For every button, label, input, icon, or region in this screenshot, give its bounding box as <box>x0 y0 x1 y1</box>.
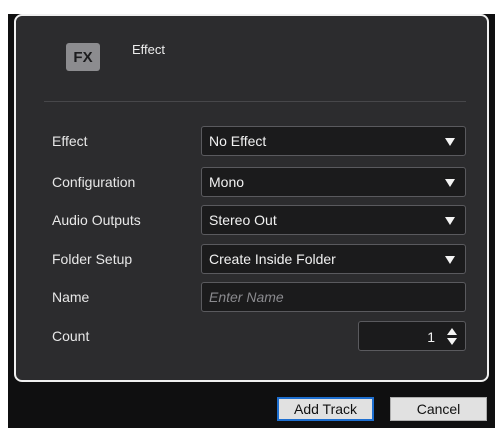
track-type-title: Effect <box>132 41 166 57</box>
audio-outputs-select-value: Stereo Out <box>209 212 277 228</box>
window-top-strip <box>0 0 495 14</box>
fx-icon: FX <box>66 43 100 71</box>
track-type-header: FX Effect <box>66 37 165 77</box>
chevron-down-icon <box>445 256 455 264</box>
add-track-button[interactable]: Add Track <box>277 397 374 421</box>
effect-select[interactable]: No Effect <box>201 126 466 156</box>
effect-select-value: No Effect <box>209 133 267 149</box>
name-label: Name <box>52 289 90 305</box>
chevron-down-icon <box>445 138 455 146</box>
chevron-down-icon <box>445 179 455 187</box>
decrement-icon[interactable] <box>447 338 457 345</box>
audio-outputs-select[interactable]: Stereo Out <box>201 205 466 235</box>
configuration-label: Configuration <box>52 174 136 190</box>
stepper-arrows[interactable] <box>447 327 457 347</box>
configuration-select-value: Mono <box>209 174 245 190</box>
count-value: 1 <box>427 329 435 345</box>
folder-setup-select[interactable]: Create Inside Folder <box>201 244 466 274</box>
name-input[interactable] <box>201 282 466 312</box>
count-label: Count <box>52 328 90 344</box>
effect-label: Effect <box>52 133 88 149</box>
chevron-down-icon <box>445 217 455 225</box>
folder-setup-label: Folder Setup <box>52 251 133 267</box>
audio-outputs-label: Audio Outputs <box>52 212 141 228</box>
configuration-select[interactable]: Mono <box>201 167 466 197</box>
window-left-strip <box>0 0 8 428</box>
increment-icon[interactable] <box>447 328 457 335</box>
count-stepper[interactable]: 1 <box>358 321 466 351</box>
header-divider <box>44 101 466 102</box>
cancel-button[interactable]: Cancel <box>390 397 487 421</box>
folder-setup-select-value: Create Inside Folder <box>209 251 336 267</box>
